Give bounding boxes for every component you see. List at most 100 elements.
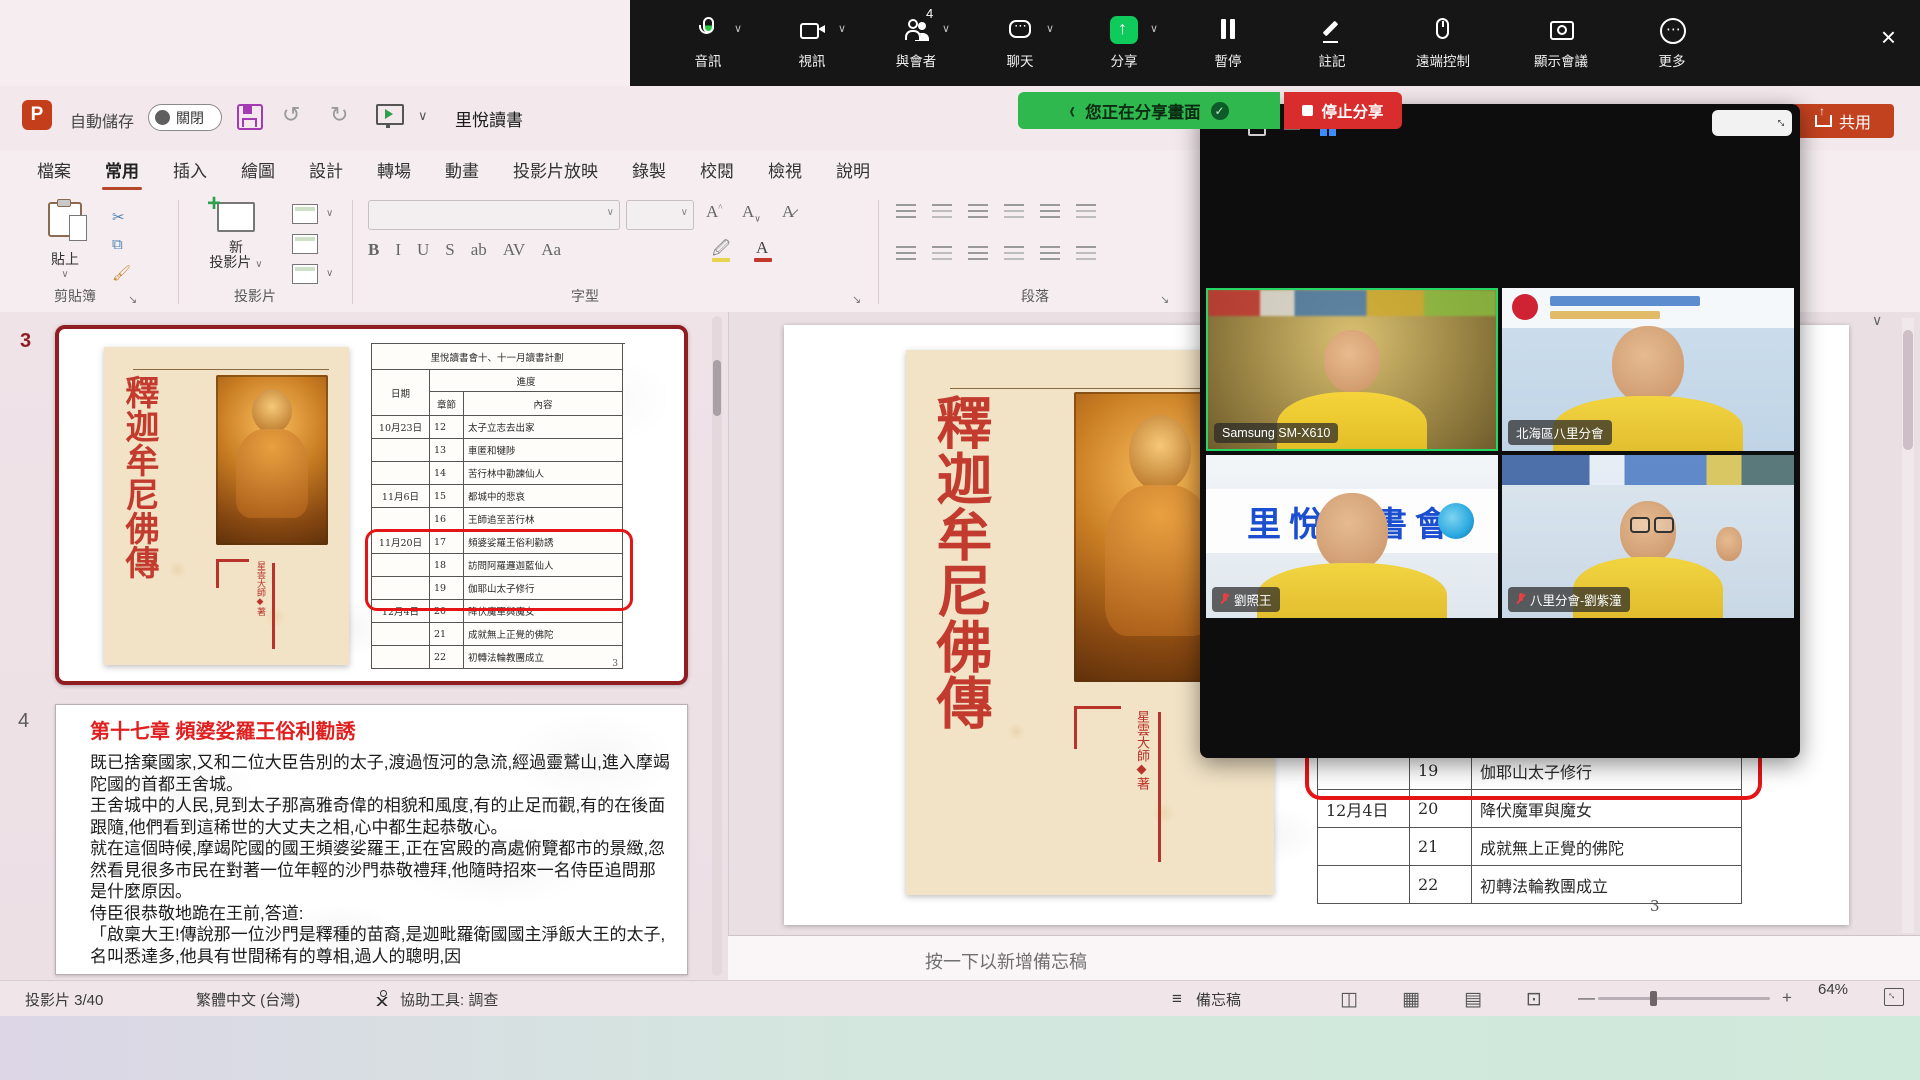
- zoom-toolbar-video[interactable]: ∨視訊: [760, 0, 864, 86]
- zoom-toolbar-chat[interactable]: ∨聊天: [968, 0, 1072, 86]
- reset-button-icon[interactable]: [292, 234, 318, 254]
- paste-button[interactable]: 貼上 ∨: [34, 202, 96, 280]
- notes-toggle-button[interactable]: 備忘稿: [1196, 989, 1241, 1010]
- paragraph-tool-icon[interactable]: [1076, 204, 1096, 218]
- zoom-in-button[interactable]: +: [1782, 988, 1792, 1008]
- font-button-B[interactable]: B: [368, 240, 379, 259]
- font-name-combobox[interactable]: [368, 200, 620, 230]
- save-button[interactable]: [237, 104, 263, 130]
- zoom-toolbar-share[interactable]: ∨分享: [1072, 0, 1176, 86]
- zoom-toolbar-annotate[interactable]: 註記: [1280, 0, 1384, 86]
- shrink-font-button[interactable]: A∨: [742, 202, 761, 224]
- grow-font-button[interactable]: A^: [706, 202, 723, 222]
- accessibility-status[interactable]: 協助工具: 調查: [400, 989, 498, 1010]
- paragraph-tool-icon[interactable]: [1004, 204, 1024, 218]
- paragraph-tool-icon[interactable]: [896, 246, 916, 260]
- paragraph-tool-icon[interactable]: [968, 246, 988, 260]
- font-size-combobox[interactable]: [626, 200, 694, 230]
- copy-icon[interactable]: ⧉: [112, 236, 123, 253]
- paragraph-tool-icon[interactable]: [1076, 246, 1096, 260]
- section-caret-icon[interactable]: ∨: [326, 268, 333, 279]
- stop-share-button[interactable]: 停止分享: [1284, 92, 1402, 129]
- slide-4-thumbnail[interactable]: 第十七章 頻婆娑羅王俗利勸誘 既已捨棄國家,又和二位大臣告別的太子,渡過恆河的急…: [55, 704, 688, 975]
- zoom-toolbar-pause[interactable]: 暫停: [1176, 0, 1280, 86]
- font-button-ab[interactable]: ab: [471, 240, 487, 259]
- tab-錄製[interactable]: 錄製: [615, 149, 683, 192]
- text-highlight-button[interactable]: 🖉: [712, 236, 730, 265]
- paragraph-tool-icon[interactable]: [1040, 204, 1060, 218]
- chevron-down-icon[interactable]: ∨: [942, 22, 950, 35]
- paragraph-dialog-launcher[interactable]: ↘: [1160, 293, 1169, 306]
- font-button-I[interactable]: I: [395, 240, 401, 259]
- font-button-U[interactable]: U: [417, 240, 429, 259]
- video-tile-3[interactable]: 里悅讀書會劉照王: [1206, 455, 1498, 618]
- slideshow-view-button[interactable]: ⊡: [1526, 988, 1542, 1011]
- clipboard-dialog-launcher[interactable]: ↘: [128, 293, 137, 306]
- font-color-button[interactable]: A: [756, 238, 768, 258]
- video-tile-1[interactable]: Samsung SM-X610: [1206, 288, 1498, 451]
- slide-sorter-button[interactable]: ▦: [1402, 988, 1420, 1011]
- tab-常用[interactable]: 常用: [88, 149, 156, 192]
- clear-format-button[interactable]: A̷: [782, 202, 794, 222]
- chevron-down-icon[interactable]: ∨: [838, 22, 846, 35]
- zoom-meeting-window[interactable]: — ↔ Samsung SM-X610北海區八里分會里悅讀書會劉照王八里分會-劉…: [1200, 104, 1800, 758]
- zoom-slider-thumb[interactable]: [1650, 991, 1657, 1006]
- paragraph-tool-icon[interactable]: [932, 246, 952, 260]
- section-button-icon[interactable]: [292, 264, 318, 284]
- tab-說明[interactable]: 說明: [819, 149, 887, 192]
- cut-icon[interactable]: ✂: [112, 208, 125, 226]
- close-toolbar-icon[interactable]: ×: [1881, 24, 1896, 50]
- layout-caret-icon[interactable]: ∨: [326, 208, 333, 219]
- paragraph-tool-icon[interactable]: [1004, 246, 1024, 260]
- security-shield-icon[interactable]: ✓: [1211, 102, 1229, 120]
- collapse-banner-icon[interactable]: ‹: [1069, 97, 1075, 125]
- zoom-toolbar-audio[interactable]: ∨音訊: [656, 0, 760, 86]
- video-tile-2[interactable]: 北海區八里分會: [1502, 288, 1794, 451]
- zoom-level[interactable]: 64%: [1818, 981, 1848, 998]
- layout-button-icon[interactable]: [292, 204, 318, 224]
- paragraph-tool-icon[interactable]: [968, 204, 988, 218]
- zoom-toolbar-remote-control[interactable]: 遠端控制: [1384, 0, 1502, 86]
- tab-繪圖[interactable]: 繪圖: [224, 149, 292, 192]
- chevron-down-icon[interactable]: ∨: [734, 22, 742, 35]
- zoom-toolbar-show-meeting[interactable]: 顯示會議: [1502, 0, 1620, 86]
- fit-to-window-button[interactable]: [1884, 988, 1904, 1006]
- tab-轉場[interactable]: 轉場: [360, 149, 428, 192]
- ppt-share-button[interactable]: 共用: [1792, 104, 1894, 138]
- chevron-down-icon[interactable]: ∨: [1046, 22, 1054, 35]
- thumbnail-scrollbar-thumb[interactable]: [713, 360, 721, 416]
- tab-插入[interactable]: 插入: [156, 149, 224, 192]
- normal-view-button[interactable]: ◫: [1340, 988, 1358, 1011]
- tab-檢視[interactable]: 檢視: [751, 149, 819, 192]
- zoom-out-button[interactable]: —: [1578, 988, 1595, 1008]
- notes-panel[interactable]: [728, 935, 1920, 981]
- font-button-Aa[interactable]: Aa: [541, 240, 561, 259]
- tab-校閱[interactable]: 校閱: [683, 149, 751, 192]
- paragraph-tool-icon[interactable]: [932, 204, 952, 218]
- tab-投影片放映[interactable]: 投影片放映: [496, 149, 615, 192]
- paragraph-tool-icon[interactable]: [1040, 246, 1060, 260]
- main-scrollbar-thumb[interactable]: [1903, 330, 1913, 450]
- language-indicator[interactable]: 繁體中文 (台灣): [196, 989, 300, 1010]
- format-painter-icon[interactable]: 🖌: [112, 264, 131, 282]
- tab-動畫[interactable]: 動畫: [428, 149, 496, 192]
- tab-設計[interactable]: 設計: [292, 149, 360, 192]
- slide-indicator[interactable]: 投影片 3/40: [25, 989, 103, 1010]
- font-button-S[interactable]: S: [445, 240, 454, 259]
- redo-button[interactable]: ↻: [330, 102, 348, 128]
- font-dialog-launcher[interactable]: ↘: [852, 293, 861, 306]
- tab-檔案[interactable]: 檔案: [20, 149, 88, 192]
- video-tile-4[interactable]: 八里分會-劉紫潼: [1502, 455, 1794, 618]
- notes-placeholder[interactable]: 按一下以新增備忘稿: [925, 948, 1087, 974]
- powerpoint-logo-icon[interactable]: P: [22, 100, 52, 130]
- font-button-AV[interactable]: AV: [503, 240, 525, 259]
- zoom-toolbar-more[interactable]: 更多: [1620, 0, 1724, 86]
- collapse-ribbon-icon[interactable]: ∨: [1872, 312, 1882, 329]
- zoom-toolbar-participants[interactable]: 4∨與會者: [864, 0, 968, 86]
- reading-view-button[interactable]: ▤: [1464, 988, 1482, 1011]
- paragraph-tool-icon[interactable]: [896, 204, 916, 218]
- quick-access-caret-icon[interactable]: ∨: [418, 108, 428, 124]
- zoom-slider[interactable]: [1598, 997, 1770, 1000]
- new-slide-button[interactable]: 新 投影片 ∨: [200, 202, 272, 286]
- undo-button[interactable]: ↺: [282, 102, 300, 128]
